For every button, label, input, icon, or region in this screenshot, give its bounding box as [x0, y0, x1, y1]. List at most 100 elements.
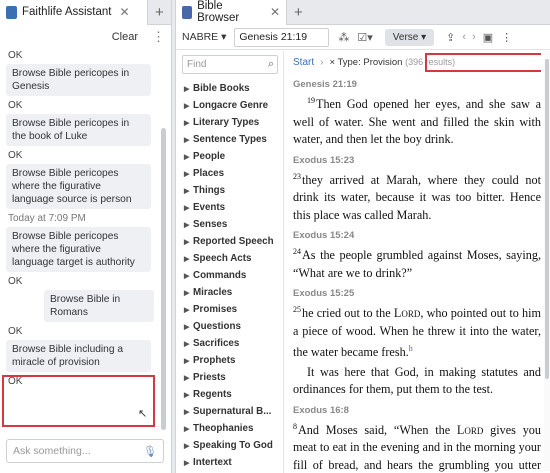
response-ok: OK — [8, 276, 23, 287]
search-icon: ⌕ — [267, 58, 274, 70]
add-tab-icon[interactable]: + — [155, 4, 164, 21]
response-ok: OK — [8, 150, 23, 161]
facet-things[interactable]: ▶ Things — [176, 182, 283, 199]
verse-reference[interactable]: Exodus 15:23 — [293, 155, 541, 166]
facet-sentence-types[interactable]: ▶ Sentence Types — [176, 131, 283, 148]
more-options-icon[interactable]: ⋮ — [152, 30, 165, 43]
response-ok: OK — [8, 326, 23, 337]
verse-body: And Moses said, “When the — [298, 422, 457, 437]
response-ok: OK — [8, 100, 23, 111]
expand-triangle-icon: ▶ — [184, 375, 190, 382]
facet-commands[interactable]: ▶ Commands — [176, 267, 283, 284]
request-bubble-miracle-provision[interactable]: Browse Bible including a miracle of prov… — [6, 340, 151, 372]
facet-label: Reported Speech — [193, 236, 274, 247]
expand-triangle-icon: ▶ — [184, 273, 190, 280]
verse-reference[interactable]: Exodus 15:24 — [293, 230, 541, 241]
tab-bible-browser[interactable]: Bible Browser ✕ — [176, 0, 287, 25]
close-icon[interactable]: ✕ — [270, 5, 280, 19]
facet-prophets[interactable]: ▶ Prophets — [176, 352, 283, 369]
forward-chevron-icon[interactable]: › — [472, 31, 476, 43]
verse-reference[interactable]: Exodus 16:8 — [293, 405, 541, 416]
facet-promises[interactable]: ▶ Promises — [176, 301, 283, 318]
breadcrumb: Start › × Type: Provision (396 results) — [293, 51, 541, 73]
facet-priests[interactable]: ▶ Priests — [176, 369, 283, 386]
expand-triangle-icon: ▶ — [184, 205, 190, 212]
facet-intertext[interactable]: ▶ Intertext — [176, 454, 283, 471]
request-bubble[interactable]: Browse Bible pericopes in the book of Lu… — [6, 114, 151, 146]
facet-literary-types[interactable]: ▶ Literary Types — [176, 114, 283, 131]
expand-triangle-icon: ▶ — [184, 86, 190, 93]
expand-triangle-icon: ▶ — [184, 222, 190, 229]
facet-label: Questions — [193, 321, 241, 332]
scrollbar-thumb[interactable] — [545, 59, 549, 379]
facet-sacrifices[interactable]: ▶ Sacrifices — [176, 335, 283, 352]
ask-input[interactable]: Ask something... 🎙 — [6, 439, 164, 463]
more-options-icon[interactable]: ⋮ — [501, 31, 512, 44]
version-dropdown[interactable]: NABRE ▾ — [182, 31, 226, 43]
verse-mode-dropdown[interactable]: Verse ▾ — [384, 28, 435, 46]
facet-events[interactable]: ▶ Events — [176, 199, 283, 216]
checkbox-menu-icon[interactable]: ☑▾ — [357, 31, 372, 44]
facet-places[interactable]: ▶ Places — [176, 165, 283, 182]
verse-number: 19 — [307, 96, 315, 105]
tab-faithlife-assistant[interactable]: Faithlife Assistant ✕ — [0, 0, 148, 25]
visual-filter-icon[interactable]: ⁂ — [338, 31, 349, 44]
verse-text: 19Then God opened her eyes, and she saw … — [293, 92, 541, 149]
request-bubble[interactable]: Browse Bible pericopes where the figurat… — [6, 164, 151, 209]
tab-label: Faithlife Assistant — [22, 6, 112, 18]
facet-speaking-to-god[interactable]: ▶ Speaking To God — [176, 437, 283, 454]
reference-input[interactable]: Genesis 21:19 — [234, 27, 330, 47]
request-bubble[interactable]: Browse Bible pericopes where the figurat… — [6, 227, 151, 272]
facet-label: Supernatural B... — [193, 406, 272, 417]
bible-browser-icon — [182, 5, 193, 19]
facet-theophanies[interactable]: ▶ Theophanies — [176, 420, 283, 437]
facet-sidebar: Find ⌕ ▶ Bible Books ▶ Longacre Genre ▶ Lit… — [176, 51, 284, 473]
expand-triangle-icon: ▶ — [184, 154, 190, 161]
facet-label: Sentence Types — [193, 134, 267, 145]
layout-icon[interactable]: ▣ — [483, 31, 493, 44]
facet-reported-speech[interactable]: ▶ Reported Speech — [176, 233, 283, 250]
facet-supernatural-beings[interactable]: ▶ Supernatural B... — [176, 403, 283, 420]
expand-triangle-icon: ▶ — [184, 341, 190, 348]
request-bubble[interactable]: Browse Bible in Romans — [44, 290, 154, 322]
verse-reference[interactable]: Genesis 21:19 — [293, 79, 541, 90]
add-tab-icon[interactable]: + — [294, 4, 303, 21]
facet-bible-books[interactable]: ▶ Bible Books — [176, 80, 283, 97]
footnote-link[interactable]: h — [409, 344, 413, 353]
close-icon[interactable]: ✕ — [119, 5, 129, 19]
verse-text: 23they arrived at Marah, where they coul… — [293, 168, 541, 225]
chat-scrollbar[interactable] — [161, 128, 166, 430]
verse-reference[interactable]: Exodus 15:25 — [293, 288, 541, 299]
facet-senses[interactable]: ▶ Senses — [176, 216, 283, 233]
assistant-app-icon — [6, 5, 17, 19]
facet-label: Theophanies — [193, 423, 254, 434]
facet-label: Bible Books — [193, 83, 250, 94]
clear-button[interactable]: Clear — [112, 31, 138, 43]
request-bubble[interactable]: Browse Bible pericopes in Genesis — [6, 64, 151, 96]
facet-miracles[interactable]: ▶ Miracles — [176, 284, 283, 301]
expand-triangle-icon: ▶ — [184, 239, 190, 246]
facet-people[interactable]: ▶ People — [176, 148, 283, 165]
ask-placeholder: Ask something... — [13, 445, 91, 457]
chat-history: OK Browse Bible pericopes in Genesis OK … — [0, 49, 162, 431]
version-label: NABRE — [182, 31, 219, 43]
facet-regents[interactable]: ▶ Regents — [176, 386, 283, 403]
find-input[interactable]: Find ⌕ — [182, 55, 278, 74]
verse-body: Then God opened her eyes, and she saw a … — [293, 97, 541, 147]
verse-body: As the people grumbled against Moses, sa… — [293, 248, 541, 280]
expand-triangle-icon: ▶ — [184, 443, 190, 450]
share-icon[interactable]: ⇪ — [446, 31, 455, 44]
microphone-icon[interactable]: 🎙 — [143, 445, 157, 458]
results-scrollbar[interactable] — [544, 51, 550, 471]
facet-label: Speech Acts — [193, 253, 252, 264]
facet-questions[interactable]: ▶ Questions — [176, 318, 283, 335]
filter-label: × Type: Provision — [329, 56, 403, 68]
find-placeholder: Find — [187, 59, 207, 70]
active-filter-chip[interactable]: × Type: Provision (396 results) — [329, 57, 455, 68]
back-chevron-icon[interactable]: ‹ — [462, 31, 466, 43]
breadcrumb-start-link[interactable]: Start — [293, 57, 314, 68]
facet-speech-acts[interactable]: ▶ Speech Acts — [176, 250, 283, 267]
facet-longacre-genre[interactable]: ▶ Longacre Genre — [176, 97, 283, 114]
facet-label: Longacre Genre — [193, 100, 269, 111]
verse-text: 24As the people grumbled against Moses, … — [293, 243, 541, 282]
